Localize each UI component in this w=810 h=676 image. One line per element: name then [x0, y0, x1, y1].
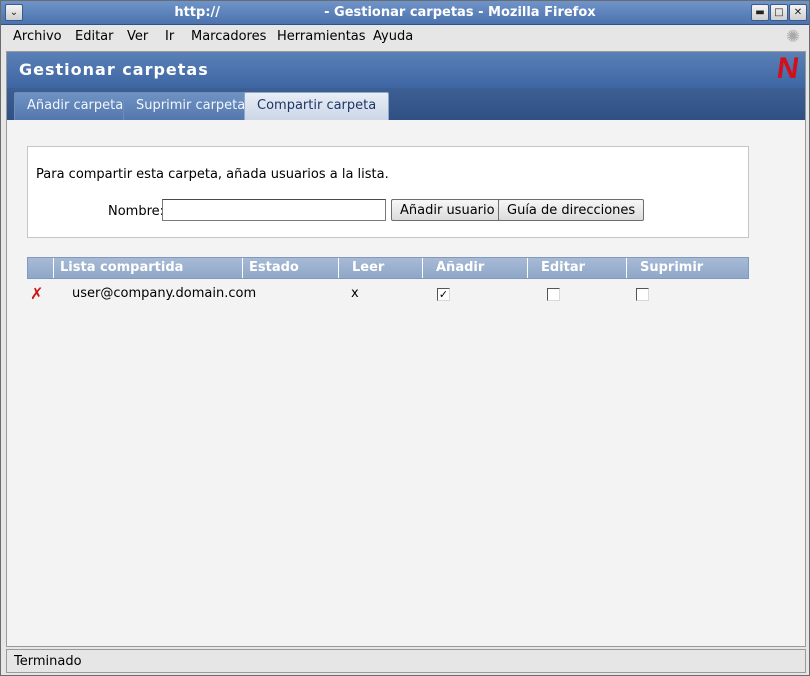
remove-user-icon[interactable]: ✗ [30, 286, 46, 302]
page-banner: Gestionar carpetas N [7, 52, 805, 88]
browser-window: ⌄ http:// - Gestionar carpetas - Mozilla… [0, 0, 810, 676]
menu-editar[interactable]: Editar [75, 29, 114, 44]
title-bar: ⌄ http:// - Gestionar carpetas - Mozilla… [1, 1, 809, 25]
window-title: http:// - Gestionar carpetas - Mozilla F… [174, 5, 596, 20]
maximize-button[interactable]: □ [770, 4, 788, 21]
table-row: ✗ user@company.domain.com x ✓ [27, 279, 749, 309]
tab-anadir-carpeta[interactable]: Añadir carpeta [14, 92, 137, 120]
add-user-button[interactable]: Añadir usuario [391, 199, 504, 221]
menu-ir[interactable]: Ir [165, 29, 174, 44]
column-header-edit[interactable]: Editar [527, 258, 626, 278]
menu-ver[interactable]: Ver [127, 29, 148, 44]
table-header: Lista compartida Estado Leer Añadir Edit… [27, 257, 749, 279]
status-text: Terminado [14, 654, 82, 669]
close-icon: ✕ [793, 7, 803, 18]
column-header-shared-list[interactable]: Lista compartida [53, 258, 242, 278]
share-panel: Para compartir esta carpeta, añada usuar… [27, 146, 749, 238]
tab-compartir-carpeta[interactable]: Compartir carpeta [244, 92, 390, 120]
tab-suprimir-carpeta[interactable]: Suprimir carpeta [123, 92, 259, 120]
menu-bar: Archivo Editar Ver Ir Marcadores Herrami… [1, 25, 809, 49]
column-header-select [28, 258, 53, 278]
close-button[interactable]: ✕ [789, 4, 807, 21]
chevron-down-icon: ⌄ [9, 7, 19, 18]
add-permission-checkbox[interactable]: ✓ [437, 288, 450, 301]
read-permission: x [351, 286, 359, 301]
delete-permission-checkbox[interactable] [636, 288, 649, 301]
page-title: Gestionar carpetas [19, 60, 209, 79]
maximize-icon: □ [774, 7, 784, 18]
column-header-read[interactable]: Leer [338, 258, 422, 278]
novell-logo-icon: N [775, 52, 802, 85]
column-header-status[interactable]: Estado [242, 258, 338, 278]
status-bar: Terminado [6, 649, 806, 673]
minimize-icon: ▬ [755, 7, 765, 18]
share-table: Lista compartida Estado Leer Añadir Edit… [27, 257, 749, 309]
menu-archivo[interactable]: Archivo [13, 29, 62, 44]
name-label: Nombre: [108, 204, 165, 219]
column-header-add[interactable]: Añadir [422, 258, 527, 278]
menu-ayuda[interactable]: Ayuda [373, 29, 413, 44]
share-hint: Para compartir esta carpeta, añada usuar… [36, 167, 389, 182]
page-content: Gestionar carpetas N Añadir carpeta Supr… [6, 51, 806, 647]
name-input[interactable] [162, 199, 386, 221]
edit-permission-checkbox[interactable] [547, 288, 560, 301]
menu-herramientas[interactable]: Herramientas [277, 29, 366, 44]
address-book-button[interactable]: Guía de direcciones [498, 199, 645, 221]
column-header-delete[interactable]: Suprimir [626, 258, 748, 278]
shared-user: user@company.domain.com [72, 286, 257, 301]
throbber-icon: ✺ [785, 27, 801, 47]
menu-marcadores[interactable]: Marcadores [191, 29, 266, 44]
minimize-button[interactable]: ▬ [751, 4, 769, 21]
window-menu-button[interactable]: ⌄ [5, 4, 23, 21]
checkmark-icon: ✓ [438, 288, 449, 301]
tab-strip: Añadir carpeta Suprimir carpeta Comparti… [7, 88, 805, 120]
